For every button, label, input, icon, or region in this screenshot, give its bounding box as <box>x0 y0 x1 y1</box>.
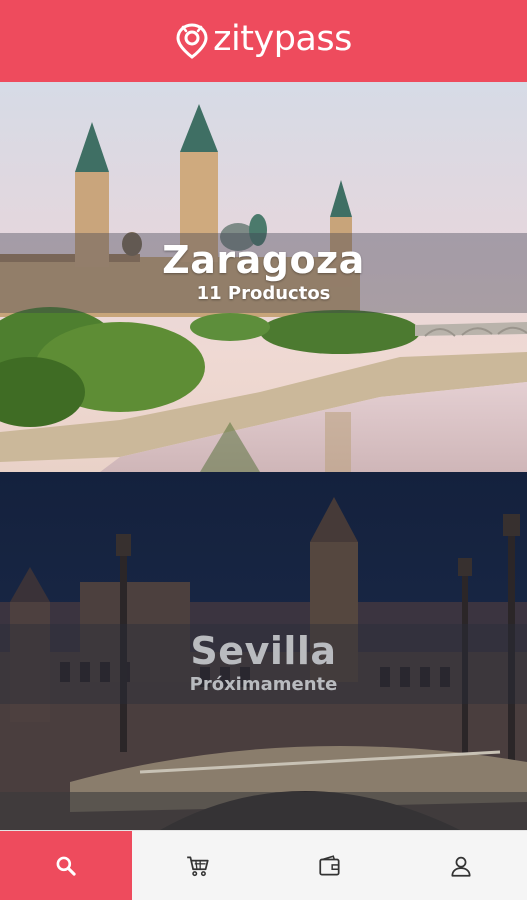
nav-profile-tab[interactable] <box>395 831 527 900</box>
app-header: zitypass <box>0 0 527 82</box>
city-name: Sevilla <box>190 629 337 674</box>
city-card-sevilla[interactable]: Sevilla Próximamente <box>0 472 527 830</box>
cart-icon <box>186 855 209 876</box>
city-name: Zaragoza <box>162 238 365 283</box>
search-icon <box>56 856 76 876</box>
brand-logo: zitypass <box>175 18 352 60</box>
user-icon <box>451 856 471 877</box>
city-title-band: Sevilla Próximamente <box>0 624 527 704</box>
coming-soon-label: Próximamente <box>189 674 338 696</box>
city-card-zaragoza[interactable]: Zaragoza 11 Productos <box>0 82 527 472</box>
pin-logo-icon <box>176 23 208 59</box>
nav-wallet-tab[interactable] <box>264 831 396 900</box>
nav-search-tab[interactable] <box>0 831 132 900</box>
product-count: 11 Productos <box>196 283 331 305</box>
wallet-icon <box>318 854 340 876</box>
city-title-band: Zaragoza 11 Productos <box>0 233 527 313</box>
brand-name: zitypass <box>213 18 352 59</box>
bottom-navigation <box>0 830 527 900</box>
nav-cart-tab[interactable] <box>132 831 264 900</box>
